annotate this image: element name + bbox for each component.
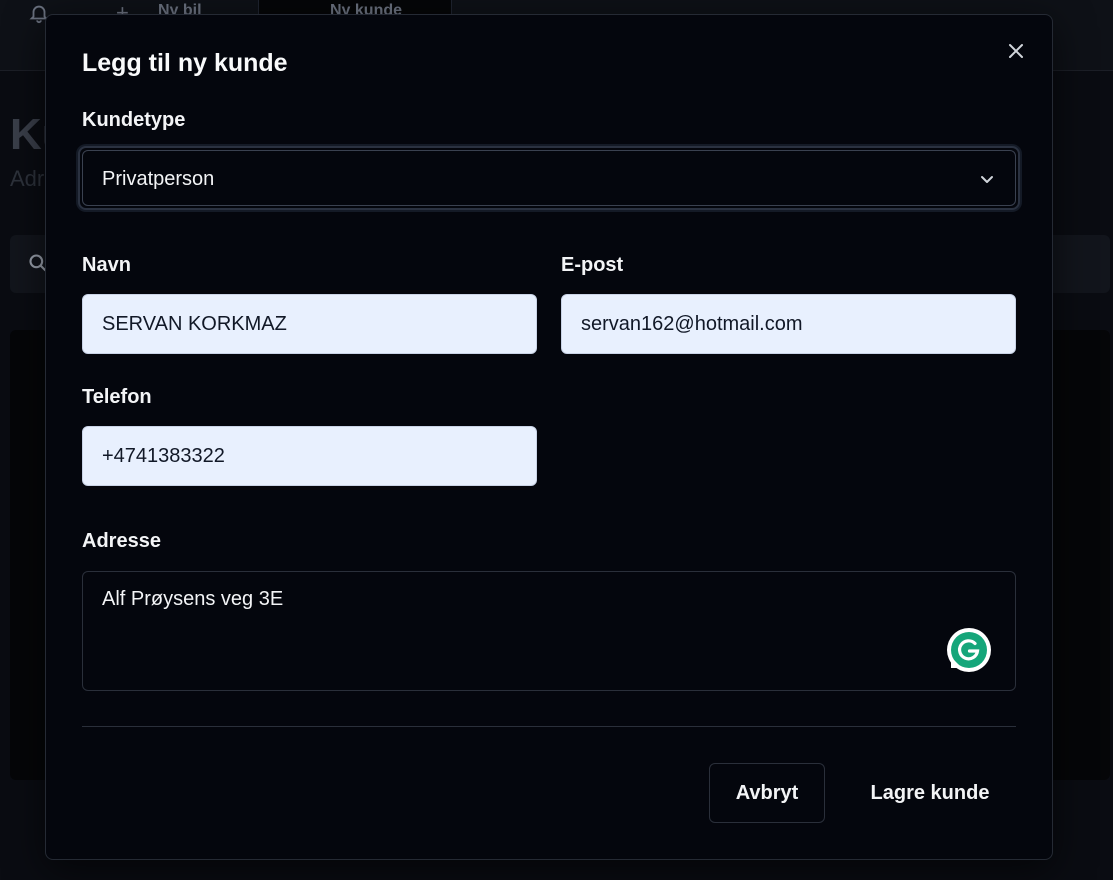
page-subtitle: Adr <box>10 166 45 191</box>
customer-type-select[interactable]: Privatperson <box>78 146 1020 210</box>
phone-label: Telefon <box>82 386 152 408</box>
grammarly-icon[interactable] <box>946 627 992 673</box>
select-focus-ring <box>82 150 1016 206</box>
address-textarea[interactable]: Alf Prøysens veg 3E <box>82 571 1016 691</box>
save-customer-button[interactable]: Lagre kunde <box>846 763 1014 823</box>
add-customer-dialog: Legg til ny kunde Kundetype Privatperson… <box>45 14 1053 860</box>
email-input[interactable]: servan162@hotmail.com <box>561 294 1016 354</box>
close-button[interactable] <box>1004 39 1028 63</box>
footer-divider <box>82 726 1016 727</box>
chevron-down-icon <box>981 176 993 183</box>
name-input[interactable]: SERVAN KORKMAZ <box>82 294 537 354</box>
dialog-title: Legg til ny kunde <box>82 49 288 77</box>
email-label: E-post <box>561 254 624 276</box>
close-icon <box>1009 44 1023 58</box>
cancel-button[interactable]: Avbryt <box>709 763 825 823</box>
phone-input[interactable]: +4741383322 <box>82 426 537 486</box>
customer-type-label: Kundetype <box>82 109 186 131</box>
customer-type-value: Privatperson <box>102 168 215 190</box>
name-label: Navn <box>82 254 131 276</box>
address-label: Adresse <box>82 530 161 552</box>
